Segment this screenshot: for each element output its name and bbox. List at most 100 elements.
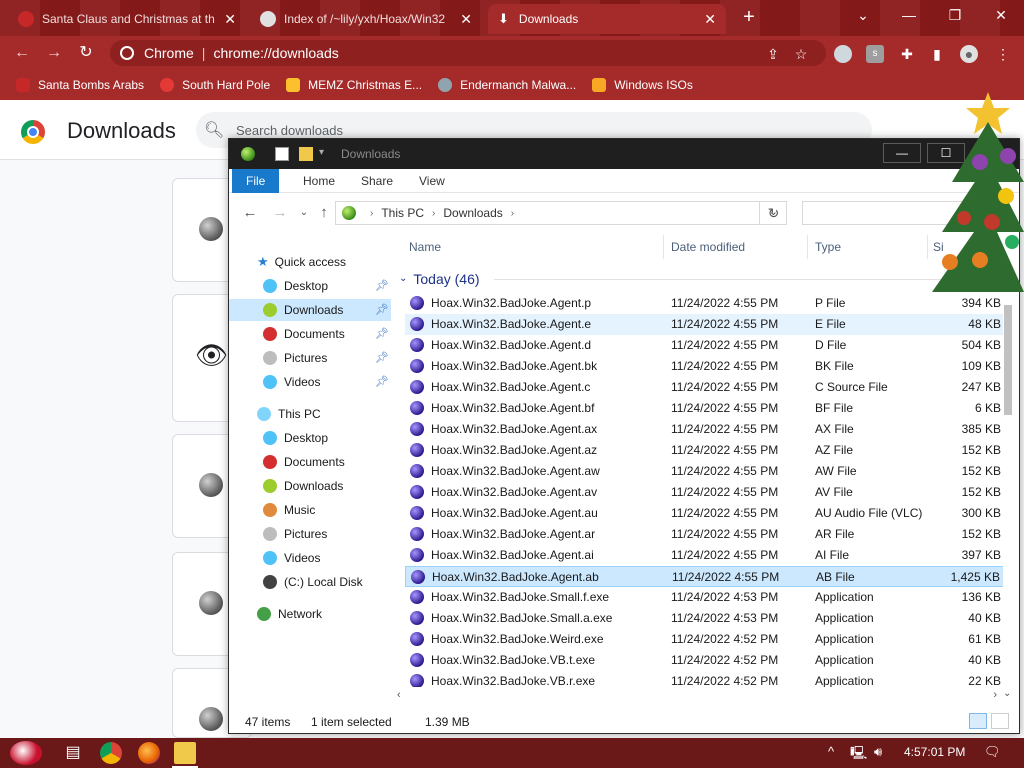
close-icon[interactable]: ✕ — [704, 11, 716, 28]
start-button[interactable] — [10, 741, 42, 765]
explorer-taskbar-icon[interactable] — [172, 742, 198, 768]
vertical-scrollbar[interactable]: ⌄ — [1001, 299, 1015, 699]
new-tab-button[interactable]: + — [738, 6, 760, 28]
pin-icon[interactable]: 📌︎ — [375, 327, 389, 340]
menu-icon[interactable]: ⋮ — [994, 45, 1012, 63]
back-button[interactable]: ← — [10, 41, 34, 65]
table-row[interactable]: Hoax.Win32.BadJoke.Weird.exe 11/24/2022 4… — [405, 629, 1003, 650]
nav-qa-downloads[interactable]: Downloads — [229, 299, 391, 321]
puzzle-icon[interactable]: ✚ — [898, 45, 916, 63]
nav-pc-music[interactable]: Music — [263, 499, 315, 521]
minimize-button[interactable]: — — [886, 0, 932, 32]
tab-downloads[interactable]: ⬇ Downloads ✕ — [488, 4, 726, 34]
group-header-today[interactable]: ⌄ Today (46) — [399, 269, 480, 289]
table-row[interactable]: Hoax.Win32.BadJoke.Agent.az 11/24/2022 4:… — [405, 440, 1003, 461]
volume-icon[interactable]: 🔊︎ — [874, 744, 882, 760]
forward-arrow-icon[interactable]: → — [271, 204, 289, 222]
column-name[interactable]: Name — [409, 235, 441, 259]
bookmark-windows-isos[interactable]: Windows ISOs — [592, 78, 693, 92]
nav-network[interactable]: Network — [257, 603, 322, 625]
bookmark-star-icon[interactable]: ☆ — [792, 45, 810, 63]
network-tray-icon[interactable]: 🖳︎ — [850, 744, 867, 766]
new-folder-icon[interactable] — [299, 147, 313, 161]
scroll-right-icon[interactable]: › — [993, 689, 997, 701]
address-bar[interactable]: Chrome | chrome://downloads — [110, 40, 826, 66]
pin-icon[interactable]: 📌︎ — [375, 279, 389, 292]
tab-search-icon[interactable]: ⌄ — [840, 0, 886, 32]
nav-pc-pictures[interactable]: Pictures — [263, 523, 327, 545]
horizontal-scrollbar[interactable]: ‹ › — [395, 689, 999, 703]
restore-button[interactable]: ❐ — [932, 0, 978, 32]
pin-icon[interactable]: 📌︎ — [375, 375, 389, 388]
nav-pc-documents[interactable]: Documents — [263, 451, 345, 473]
table-row[interactable]: Hoax.Win32.BadJoke.Agent.au 11/24/2022 4:… — [405, 503, 1003, 524]
table-row[interactable]: Hoax.Win32.BadJoke.Agent.av 11/24/2022 4:… — [405, 482, 1003, 503]
tab-home[interactable]: Home — [289, 169, 349, 193]
table-row[interactable]: Hoax.Win32.BadJoke.Agent.c 11/24/2022 4:5… — [405, 377, 1003, 398]
table-row[interactable]: Hoax.Win32.BadJoke.Small.a.exe 11/24/2022… — [405, 608, 1003, 629]
table-row[interactable]: Hoax.Win32.BadJoke.Agent.aw 11/24/2022 4:… — [405, 461, 1003, 482]
nav-pc-downloads[interactable]: Downloads — [263, 475, 343, 497]
nav-qa-videos[interactable]: Videos — [263, 371, 320, 393]
bookmark-memz[interactable]: MEMZ Christmas E... — [286, 78, 422, 92]
recent-locations-icon[interactable]: ⌄ — [295, 204, 313, 222]
properties-icon[interactable] — [275, 147, 289, 161]
chevron-up-icon[interactable]: ^ — [828, 744, 834, 759]
column-date-modified[interactable]: Date modified — [671, 235, 745, 259]
nav-qa-desktop[interactable]: Desktop — [263, 275, 379, 297]
table-row[interactable]: Hoax.Win32.BadJoke.Agent.bk 11/24/2022 4:… — [405, 356, 1003, 377]
notification-icon[interactable]: 🗨︎ — [984, 744, 1001, 760]
task-view-icon[interactable]: ▤ — [62, 742, 84, 764]
details-view-icon[interactable] — [969, 713, 987, 729]
reload-button[interactable]: ↻ — [74, 41, 98, 65]
up-arrow-icon[interactable]: ↑ — [315, 204, 333, 222]
table-row[interactable]: Hoax.Win32.BadJoke.VB.t.exe 11/24/2022 4:… — [405, 650, 1003, 671]
tab-share[interactable]: Share — [347, 169, 407, 193]
avatar[interactable]: ● — [960, 45, 978, 63]
minimize-button[interactable]: — — [883, 143, 921, 163]
bookmark-endermanch[interactable]: Endermanch Malwa... — [438, 78, 576, 92]
tab-index-of[interactable]: Index of /~lily/yxh/Hoax/Win32 ✕ — [250, 4, 482, 34]
tab-file[interactable]: File — [232, 169, 280, 193]
nav-qa-documents[interactable]: Documents — [263, 323, 345, 345]
chrome-taskbar-icon[interactable] — [100, 742, 122, 764]
table-row[interactable]: Hoax.Win32.BadJoke.Agent.ar 11/24/2022 4:… — [405, 524, 1003, 545]
share-icon[interactable]: ⇪ — [764, 45, 782, 63]
table-row[interactable]: Hoax.Win32.BadJoke.VB.r.exe 11/24/2022 4:… — [405, 671, 1003, 687]
table-row[interactable]: Hoax.Win32.BadJoke.Agent.bf 11/24/2022 4:… — [405, 398, 1003, 419]
bookmark-south-hard-pole[interactable]: South Hard Pole — [160, 78, 270, 92]
extension-s-icon[interactable]: s — [866, 45, 884, 63]
nav-quick-access[interactable]: ★ Quick access — [257, 251, 346, 273]
nav-pc-desktop[interactable]: Desktop — [263, 427, 328, 449]
table-row[interactable]: Hoax.Win32.BadJoke.Small.f.exe 11/24/2022… — [405, 587, 1003, 608]
tab-view[interactable]: View — [405, 169, 459, 193]
large-icons-view-icon[interactable] — [991, 713, 1009, 729]
nav-pc-local-disk[interactable]: (C:) Local Disk — [263, 571, 363, 593]
clock[interactable]: 4:57:01 PM — [904, 745, 965, 759]
column-type[interactable]: Type — [815, 235, 841, 259]
side-panel-icon[interactable]: ▮ — [928, 45, 946, 63]
table-row[interactable]: Hoax.Win32.BadJoke.Agent.ab 11/24/2022 4:… — [405, 566, 1003, 587]
firefox-taskbar-icon[interactable] — [138, 742, 160, 764]
extension-flag-icon[interactable] — [834, 45, 852, 63]
bookmark-santa-bombs[interactable]: Santa Bombs Arabs — [16, 78, 144, 92]
pin-icon[interactable]: 📌︎ — [375, 303, 389, 316]
breadcrumb[interactable]: › This PC › Downloads › ⌄ — [335, 201, 787, 225]
chevron-down-icon[interactable]: ▾ — [319, 147, 333, 161]
breadcrumb-downloads[interactable]: Downloads — [443, 206, 502, 220]
pin-icon[interactable]: 📌︎ — [375, 351, 389, 364]
table-row[interactable]: Hoax.Win32.BadJoke.Agent.ai 11/24/2022 4:… — [405, 545, 1003, 566]
table-row[interactable]: Hoax.Win32.BadJoke.Agent.p 11/24/2022 4:5… — [405, 293, 1003, 314]
nav-this-pc[interactable]: This PC — [257, 403, 321, 425]
refresh-icon[interactable]: ↻ — [759, 201, 787, 225]
breadcrumb-this-pc[interactable]: This PC — [381, 206, 424, 220]
close-icon[interactable]: ✕ — [460, 11, 472, 28]
forward-button[interactable]: → — [42, 41, 66, 65]
scroll-thumb[interactable] — [1004, 305, 1012, 415]
back-arrow-icon[interactable]: ← — [241, 204, 259, 222]
tab-santa-claus[interactable]: Santa Claus and Christmas at th ✕ — [8, 4, 246, 34]
close-icon[interactable]: ✕ — [224, 11, 236, 28]
close-window-button[interactable]: ✕ — [978, 0, 1024, 32]
scroll-down-icon[interactable]: ⌄ — [1003, 688, 1011, 699]
nav-pc-videos[interactable]: Videos — [263, 547, 320, 569]
